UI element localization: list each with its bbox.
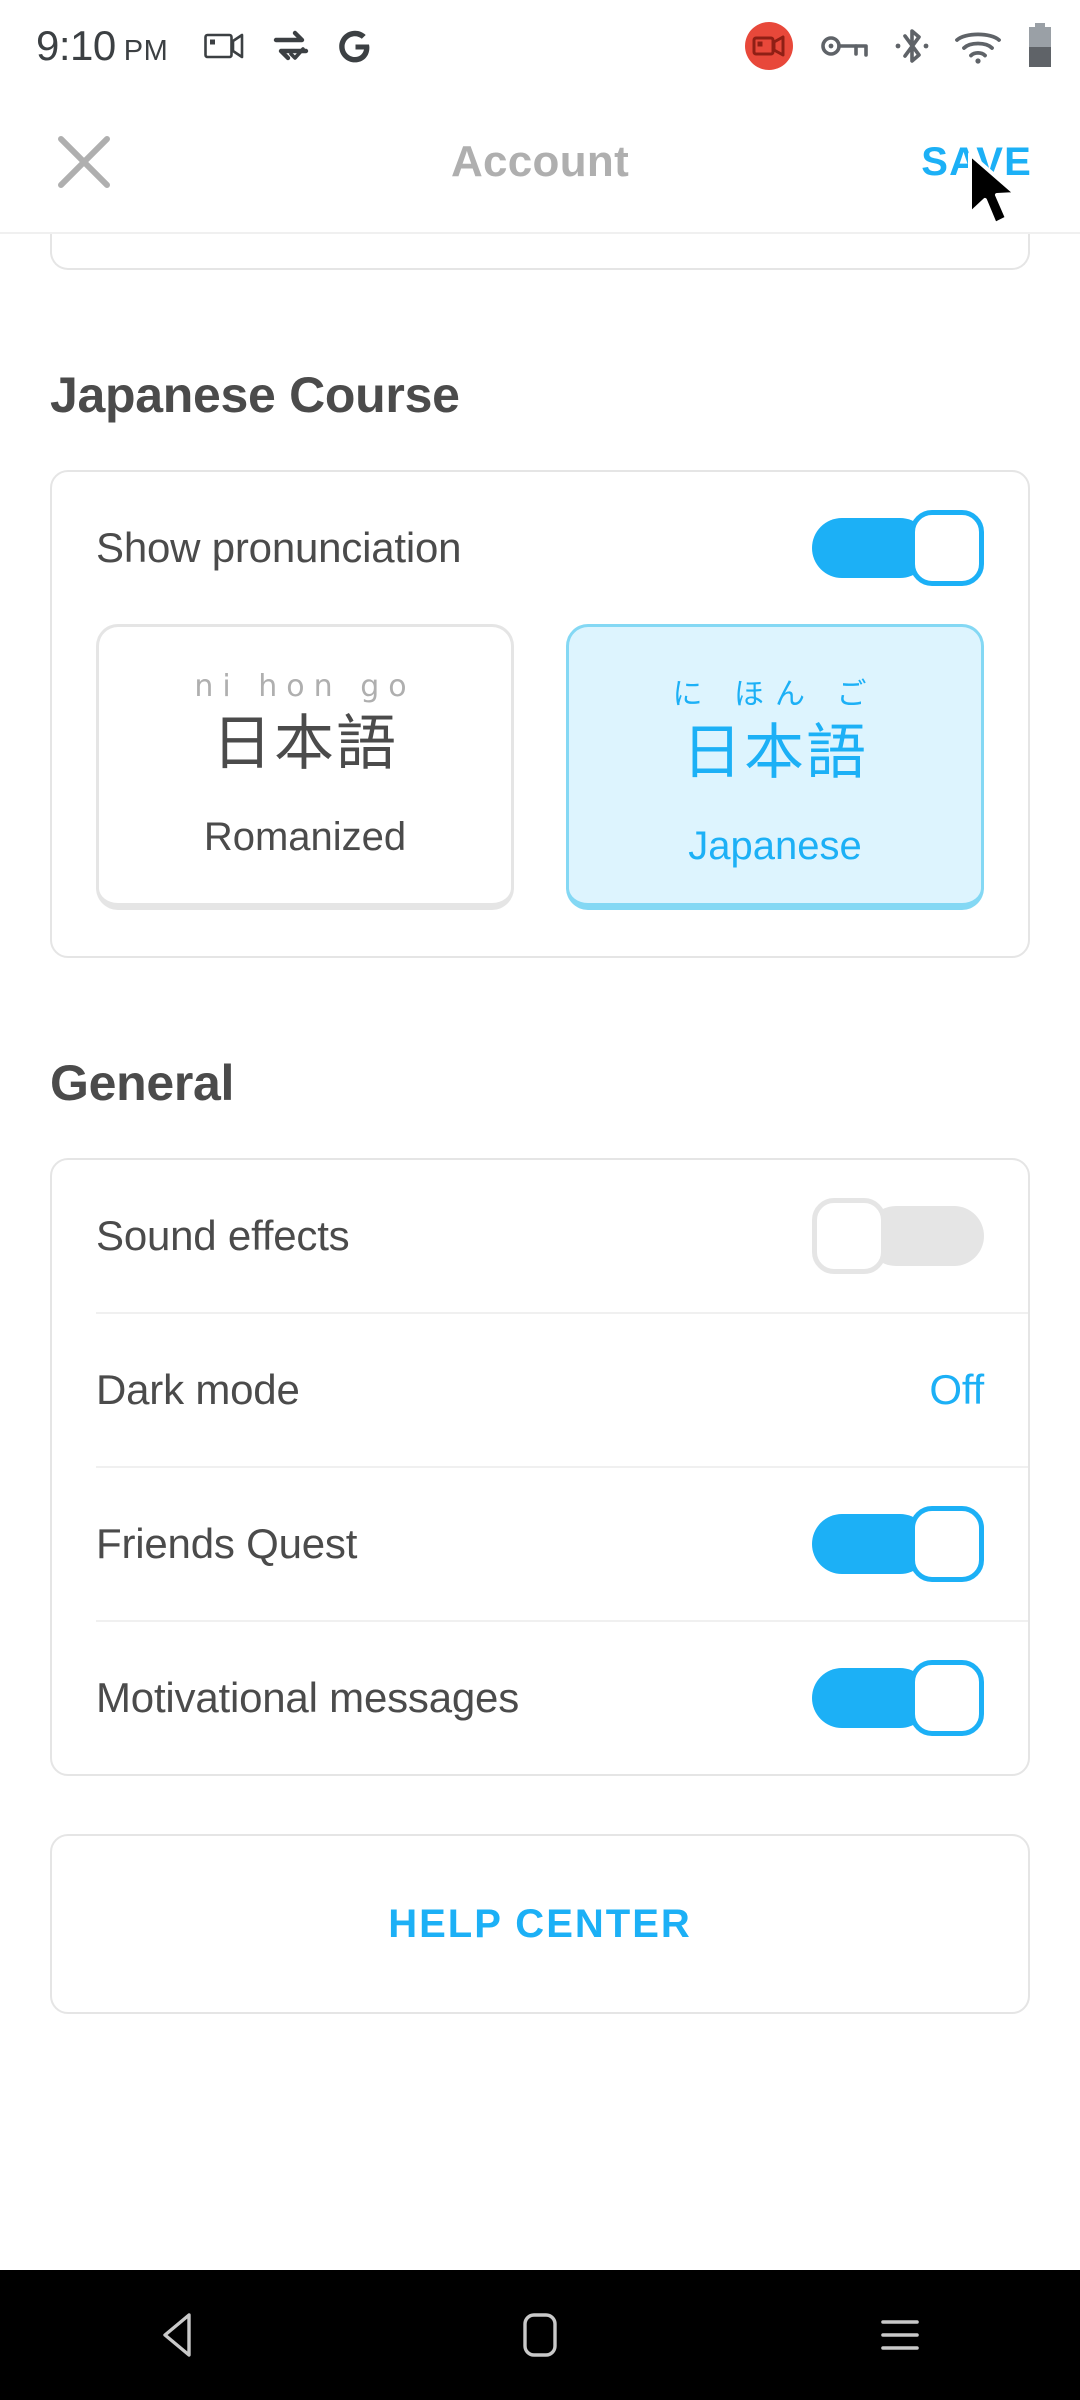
show-pronunciation-row[interactable]: Show pronunciation [52,472,1028,624]
screen-record-icon [204,33,244,59]
section-title-general: General [50,1055,235,1111]
setting-row-dark-mode[interactable]: Dark mode Off [52,1314,1028,1466]
app-header: Account SAVE [0,92,1080,234]
friends-quest-label: Friends Quest [96,1520,358,1567]
battery-icon [1029,23,1051,67]
save-button[interactable]: SAVE [911,126,1042,199]
toggle-knob [910,1506,984,1582]
toggle-knob [910,510,984,586]
pronunciation-choice-japanese[interactable]: に ほん ご 日本語 Japanese [566,624,984,910]
motivational-messages-label: Motivational messages [96,1674,519,1721]
romanized-label: Romanized [203,815,407,859]
status-bar: 9:10 PM [0,0,1080,92]
previous-section-card-partial [50,234,1030,270]
dark-mode-label: Dark mode [96,1366,300,1413]
android-navigation-bar [0,2270,1080,2400]
status-bar-system-icons [742,19,1054,73]
close-icon [58,136,110,188]
settings-scroll-area[interactable]: Japanese Course Show pronunciation ni ho… [0,234,1080,2270]
status-bar-clock: 9:10 PM [36,22,168,70]
clock-ampm: PM [123,35,169,67]
show-pronunciation-label: Show pronunciation [96,524,462,571]
show-pronunciation-toggle[interactable] [812,510,984,586]
dark-mode-value: Off [929,1366,984,1413]
romanized-kanji-text: 日本語 [212,709,398,779]
general-settings-card: Sound effects Dark mode Off Friends Ques… [50,1158,1030,1776]
pronunciation-choice-romanized[interactable]: ni hon go 日本語 Romanized [96,624,514,910]
nav-home-button[interactable] [465,2270,615,2400]
close-button[interactable] [38,116,130,208]
vpn-key-icon [821,36,868,57]
section-title-japanese-course: Japanese Course [50,367,460,423]
motivational-messages-toggle[interactable] [812,1660,984,1736]
data-sync-icon [274,30,309,61]
help-center-button[interactable]: HELP CENTER [50,1834,1030,2014]
wifi-icon [955,32,1001,64]
google-g-icon [339,30,370,63]
recents-nav-icon [881,2320,919,2350]
sound-effects-label: Sound effects [96,1212,350,1259]
clock-time: 9:10 [36,22,116,69]
japanese-course-card: Show pronunciation ni hon go 日本語 Romaniz… [50,470,1030,958]
status-bar-notification-icons [204,28,372,64]
help-center-label: HELP CENTER [388,1901,692,1946]
japanese-kanji-text: 日本語 [682,718,868,788]
nav-back-button[interactable] [105,2270,255,2400]
toggle-knob [910,1660,984,1736]
back-nav-icon [163,2313,191,2357]
toggle-knob [812,1198,886,1274]
setting-row-sound-effects[interactable]: Sound effects [52,1160,1028,1312]
friends-quest-toggle[interactable] [812,1506,984,1582]
home-nav-icon [523,2313,557,2357]
pronunciation-choice-group[interactable]: ni hon go 日本語 Romanized に ほん ご 日本語 Japan… [52,624,1028,956]
romanized-ruby-text: ni hon go [194,669,416,704]
setting-row-friends-quest[interactable]: Friends Quest [52,1468,1028,1620]
nav-recents-button[interactable] [825,2270,975,2400]
bluetooth-icon [895,29,929,63]
japanese-label: Japanese [688,824,862,868]
screen-recording-active-icon [745,22,793,70]
japanese-ruby-text: に ほん ご [672,677,878,712]
setting-row-motivational-messages[interactable]: Motivational messages [52,1622,1028,1774]
sound-effects-toggle[interactable] [812,1198,984,1274]
